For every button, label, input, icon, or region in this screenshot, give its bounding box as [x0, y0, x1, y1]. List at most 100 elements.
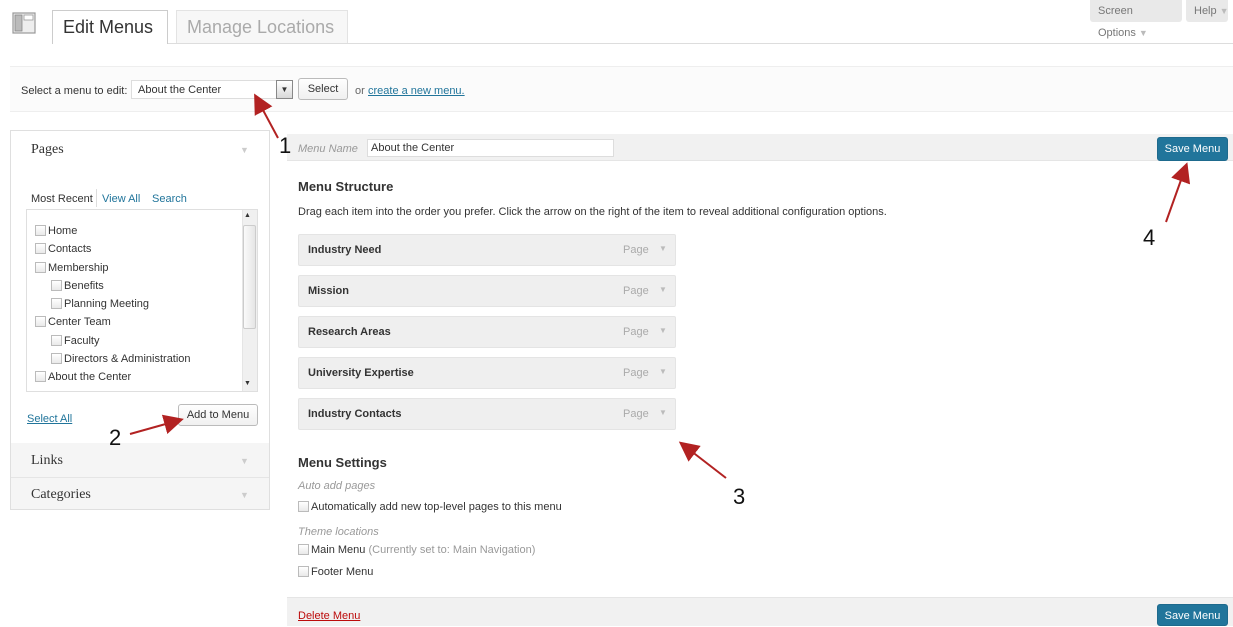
footer-menu-checkbox[interactable] — [298, 566, 309, 577]
page-checkbox[interactable] — [35, 243, 46, 255]
page-checklist-item[interactable]: Home — [35, 224, 240, 238]
menus-screen-icon — [12, 12, 36, 34]
tab-edit-menus[interactable]: Edit Menus — [52, 10, 168, 44]
save-menu-button-bottom[interactable]: Save Menu — [1157, 604, 1228, 626]
add-to-menu-button[interactable]: Add to Menu — [178, 404, 258, 426]
page-checkbox[interactable] — [51, 298, 62, 310]
main-menu-checkbox[interactable] — [298, 544, 309, 555]
menu-item-type: Page — [623, 408, 649, 420]
footer-menu-text: Footer Menu — [311, 566, 374, 578]
categories-toggle-arrow-icon[interactable]: ▼ — [240, 490, 249, 500]
page-checkbox[interactable] — [51, 279, 62, 291]
menu-name-input[interactable]: About the Center — [367, 139, 614, 157]
menu-item-type: Page — [623, 326, 649, 338]
page-checklist-label: Faculty — [64, 334, 100, 347]
menu-structure-description: Drag each item into the order you prefer… — [298, 206, 887, 218]
caret-down-icon: ▼ — [1219, 6, 1229, 16]
annotation-number-1: 1 — [279, 133, 292, 158]
page-checklist-label: Directors & Administration — [64, 353, 191, 366]
page-checklist-label: Home — [48, 225, 78, 237]
page-checklist-item[interactable]: Faculty — [35, 334, 240, 348]
scroll-up-icon[interactable]: ▲ — [244, 212, 251, 219]
menu-item[interactable]: Research Areas Page ▼ — [298, 316, 676, 348]
menu-item[interactable]: Industry Need Page ▼ — [298, 234, 676, 266]
menu-item[interactable]: Mission Page ▼ — [298, 275, 676, 307]
page-checkbox[interactable] — [51, 353, 62, 365]
page-checklist-label: Benefits — [64, 279, 104, 292]
menu-item-type: Page — [623, 285, 649, 297]
footer-menu-option[interactable]: Footer Menu — [298, 565, 373, 579]
page-checkbox[interactable] — [51, 334, 62, 346]
help-label: Help — [1194, 5, 1217, 17]
tab-search[interactable]: Search — [152, 193, 187, 205]
auto-add-text: Automatically add new top-level pages to… — [311, 501, 562, 513]
scroll-down-icon[interactable]: ▼ — [244, 380, 251, 387]
menu-item-title: Industry Contacts — [308, 408, 402, 420]
tab-most-recent[interactable]: Most Recent — [31, 193, 93, 205]
auto-add-pages-option[interactable]: Automatically add new top-level pages to… — [298, 500, 562, 514]
select-menu-label: Select a menu to edit: — [21, 85, 128, 97]
menu-footer-bar — [287, 597, 1233, 626]
menu-item-title: Mission — [308, 285, 349, 297]
menu-item-expand-icon[interactable]: ▼ — [659, 408, 667, 417]
main-menu-text: Main Menu — [311, 544, 366, 556]
or-text: or — [355, 85, 365, 97]
auto-add-pages-label: Auto add pages — [298, 480, 376, 492]
pages-items-container: Home Contacts Membership Benefits Planning M… — [35, 224, 240, 389]
scrollbar-thumb[interactable] — [243, 225, 256, 329]
help-button[interactable]: Help ▼ — [1186, 0, 1229, 22]
menu-item-expand-icon[interactable]: ▼ — [659, 326, 667, 335]
menu-item-type: Page — [623, 244, 649, 256]
annotation-number-2: 2 — [109, 425, 122, 450]
menu-item-title: Research Areas — [308, 326, 391, 338]
menu-name-value: About the Center — [371, 142, 455, 154]
auto-add-checkbox[interactable] — [298, 501, 309, 512]
page-checklist-item[interactable]: About the Center — [35, 370, 240, 384]
menu-item-expand-icon[interactable]: ▼ — [659, 244, 667, 253]
dropdown-arrow-icon[interactable]: ▼ — [276, 80, 293, 99]
page-checklist-label: Center Team — [48, 316, 111, 329]
page-checkbox[interactable] — [35, 316, 46, 328]
menu-item[interactable]: University Expertise Page ▼ — [298, 357, 676, 389]
theme-locations-label: Theme locations — [298, 526, 379, 538]
screen-options-button[interactable]: Screen Options ▼ — [1090, 0, 1182, 39]
pages-title: Pages — [31, 142, 64, 157]
menu-item-type: Page — [623, 367, 649, 379]
page-checklist-item[interactable]: Contacts — [35, 242, 240, 256]
tab-manage-locations[interactable]: Manage Locations — [176, 10, 348, 43]
menu-select-dropdown[interactable]: About the Center — [131, 80, 293, 99]
menu-item-expand-icon[interactable]: ▼ — [659, 285, 667, 294]
menu-item-title: Industry Need — [308, 244, 382, 256]
menu-settings-title: Menu Settings — [298, 455, 387, 470]
tab-view-all[interactable]: View All — [102, 193, 140, 205]
create-new-menu-link[interactable]: create a new menu. — [368, 85, 465, 97]
menu-name-label: Menu Name — [298, 143, 358, 155]
main-menu-option[interactable]: Main Menu (Currently set to: Main Naviga… — [298, 543, 535, 557]
save-menu-button-top[interactable]: Save Menu — [1157, 137, 1228, 161]
page-checklist-item[interactable]: Planning Meeting — [35, 297, 240, 311]
annotation-number-4: 4 — [1143, 225, 1156, 250]
page-checklist-item[interactable]: Membership — [35, 261, 240, 275]
main-menu-note: (Currently set to: Main Navigation) — [368, 544, 536, 556]
page-checklist-label: About the Center — [48, 371, 132, 384]
page-checkbox[interactable] — [35, 371, 46, 383]
page-checklist-label: Contacts — [48, 243, 92, 256]
page-checklist-label: Membership — [48, 261, 109, 274]
caret-down-icon: ▼ — [1138, 28, 1148, 38]
page-checkbox[interactable] — [35, 261, 46, 273]
links-toggle-arrow-icon[interactable]: ▼ — [240, 456, 249, 466]
select-all-link[interactable]: Select All — [27, 413, 72, 425]
links-title: Links — [31, 453, 63, 468]
menu-select-value: About the Center — [138, 84, 222, 96]
page-checklist-item[interactable]: Benefits — [35, 279, 240, 293]
annotation-number-3: 3 — [733, 484, 746, 509]
page-checklist-item[interactable]: Directors & Administration — [35, 352, 240, 366]
menu-structure-title: Menu Structure — [298, 179, 394, 194]
page-checkbox[interactable] — [35, 225, 46, 236]
page-checklist-item[interactable]: Center Team — [35, 315, 240, 329]
menu-item-expand-icon[interactable]: ▼ — [659, 367, 667, 376]
delete-menu-link[interactable]: Delete Menu — [298, 610, 360, 622]
pages-toggle-arrow-icon[interactable]: ▼ — [240, 145, 249, 155]
select-button[interactable]: Select — [298, 78, 348, 100]
menu-item[interactable]: Industry Contacts Page ▼ — [298, 398, 676, 430]
